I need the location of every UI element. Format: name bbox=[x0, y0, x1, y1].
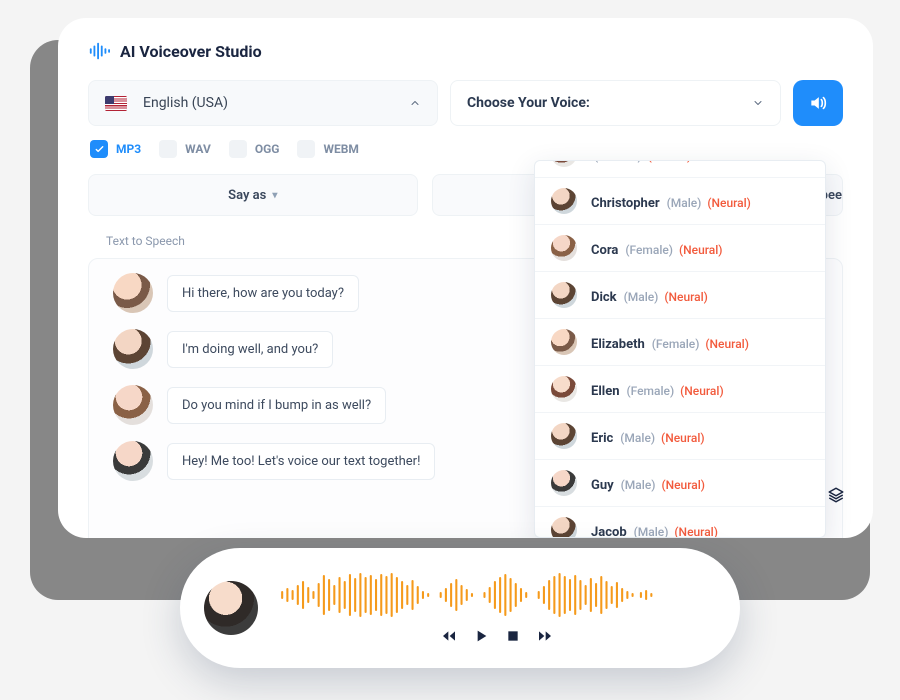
message-text: Hey! Me too! Let's voice our text togeth… bbox=[182, 454, 420, 469]
avatar bbox=[551, 160, 577, 167]
voice-option-cora[interactable]: Cora (Female) (Neural) bbox=[535, 225, 825, 272]
message-bubble[interactable]: Hey! Me too! Let's voice our text togeth… bbox=[167, 443, 435, 480]
message-bubble[interactable]: I'm doing well, and you? bbox=[167, 331, 333, 368]
voice-type: (Neural) bbox=[707, 196, 751, 210]
avatar[interactable] bbox=[113, 329, 153, 369]
voice-name: Dick bbox=[591, 290, 617, 305]
format-webm[interactable]: WEBM bbox=[297, 140, 358, 158]
format-label: MP3 bbox=[116, 142, 141, 156]
format-mp3[interactable]: MP3 bbox=[90, 140, 141, 158]
message-bubble[interactable]: Do you mind if I bump in as well? bbox=[167, 387, 386, 424]
avatar bbox=[551, 517, 577, 538]
voice-type: (Neural) bbox=[664, 290, 708, 304]
rewind-button[interactable] bbox=[441, 628, 457, 644]
voice-gender: (Male) bbox=[620, 431, 655, 445]
say-as-tab[interactable]: Say as ▾ bbox=[88, 174, 418, 216]
voice-gender: (Male) bbox=[634, 525, 669, 539]
waveform-logo-icon bbox=[88, 40, 110, 62]
message-text: Do you mind if I bump in as well? bbox=[182, 398, 371, 413]
language-select[interactable]: English (USA) bbox=[88, 80, 438, 126]
voice-gender: (Male) bbox=[667, 196, 702, 210]
voice-name: Jacob bbox=[591, 525, 627, 539]
checkbox-icon bbox=[159, 140, 177, 158]
avatar[interactable] bbox=[113, 385, 153, 425]
app-title: AI Voiceover Studio bbox=[120, 42, 262, 61]
checkbox-icon bbox=[229, 140, 247, 158]
tab-label: Say as bbox=[228, 188, 266, 203]
app-window: AI Voiceover Studio English (USA) Choose… bbox=[58, 18, 873, 538]
voice-gender: (Male) bbox=[621, 478, 656, 492]
forward-button[interactable] bbox=[537, 628, 553, 644]
play-button[interactable] bbox=[473, 628, 489, 644]
voice-option-jacob[interactable]: Jacob (Male) (Neural) bbox=[535, 507, 825, 538]
stop-button[interactable] bbox=[505, 628, 521, 644]
voice-name: Christopher bbox=[591, 196, 660, 211]
language-label: English (USA) bbox=[143, 95, 228, 111]
format-label: WEBM bbox=[323, 142, 358, 156]
voice-name: Eric bbox=[591, 431, 613, 446]
avatar bbox=[551, 470, 577, 496]
app-header: AI Voiceover Studio bbox=[88, 40, 843, 62]
voice-type: (Neural) bbox=[680, 384, 724, 398]
voice-option[interactable]: (Female) (Neural) bbox=[535, 160, 825, 178]
voice-name: Ellen bbox=[591, 384, 620, 399]
voice-option-ellen[interactable]: Ellen (Female) (Neural) bbox=[535, 366, 825, 413]
format-label: WAV bbox=[185, 142, 211, 156]
voice-gender: (Male) bbox=[624, 290, 659, 304]
voice-type: (Neural) bbox=[648, 160, 692, 163]
audio-player bbox=[180, 548, 740, 668]
voice-type: (Neural) bbox=[705, 337, 749, 351]
avatar bbox=[551, 235, 577, 261]
avatar[interactable] bbox=[113, 441, 153, 481]
message-bubble[interactable]: Hi there, how are you today? bbox=[167, 275, 359, 312]
voice-name: Cora bbox=[591, 243, 618, 258]
checkbox-icon bbox=[297, 140, 315, 158]
avatar bbox=[551, 376, 577, 402]
checkbox-checked-icon bbox=[90, 140, 108, 158]
player-avatar[interactable] bbox=[204, 581, 258, 635]
voice-option-dick[interactable]: Dick (Male) (Neural) bbox=[535, 272, 825, 319]
message-text: I'm doing well, and you? bbox=[182, 342, 318, 357]
toolbar: English (USA) Choose Your Voice: bbox=[88, 80, 843, 126]
voice-type: (Neural) bbox=[679, 243, 723, 257]
speaker-icon bbox=[808, 93, 828, 113]
avatar[interactable] bbox=[113, 273, 153, 313]
voice-option-elizabeth[interactable]: Elizabeth (Female) (Neural) bbox=[535, 319, 825, 366]
voice-label: (Female) (Neural) bbox=[591, 160, 691, 164]
waveform-icon bbox=[278, 572, 716, 618]
voice-option-christopher[interactable]: Christopher (Male) (Neural) bbox=[535, 178, 825, 225]
layers-icon[interactable] bbox=[827, 486, 845, 508]
preview-audio-button[interactable] bbox=[793, 80, 843, 126]
voice-name: Elizabeth bbox=[591, 337, 645, 352]
voice-option-guy[interactable]: Guy (Male) (Neural) bbox=[535, 460, 825, 507]
player-controls bbox=[441, 628, 553, 644]
avatar bbox=[551, 329, 577, 355]
avatar bbox=[551, 423, 577, 449]
voice-type: (Neural) bbox=[661, 431, 705, 445]
voice-gender: (Female) bbox=[626, 384, 674, 398]
player-center bbox=[278, 572, 716, 644]
chevron-down-icon bbox=[752, 94, 764, 113]
avatar bbox=[551, 282, 577, 308]
voice-gender: (Female) bbox=[594, 160, 642, 163]
avatar bbox=[551, 188, 577, 214]
voice-type: (Neural) bbox=[661, 478, 705, 492]
voice-select[interactable]: Choose Your Voice: bbox=[450, 80, 781, 126]
voice-name: Guy bbox=[591, 478, 614, 493]
format-options: MP3 WAV OGG WEBM bbox=[88, 140, 843, 158]
format-wav[interactable]: WAV bbox=[159, 140, 211, 158]
message-text: Hi there, how are you today? bbox=[182, 286, 344, 301]
voice-type: (Neural) bbox=[674, 525, 718, 539]
voice-gender: (Female) bbox=[652, 337, 700, 351]
format-ogg[interactable]: OGG bbox=[229, 140, 280, 158]
chevron-up-icon bbox=[409, 94, 421, 113]
format-label: OGG bbox=[255, 142, 280, 156]
voice-gender: (Female) bbox=[625, 243, 673, 257]
caret-down-icon: ▾ bbox=[272, 190, 277, 201]
flag-us-icon bbox=[105, 96, 127, 111]
voice-option-eric[interactable]: Eric (Male) (Neural) bbox=[535, 413, 825, 460]
voice-select-label: Choose Your Voice: bbox=[467, 95, 590, 111]
voice-dropdown[interactable]: (Female) (Neural) Christopher (Male) (Ne… bbox=[534, 160, 826, 538]
